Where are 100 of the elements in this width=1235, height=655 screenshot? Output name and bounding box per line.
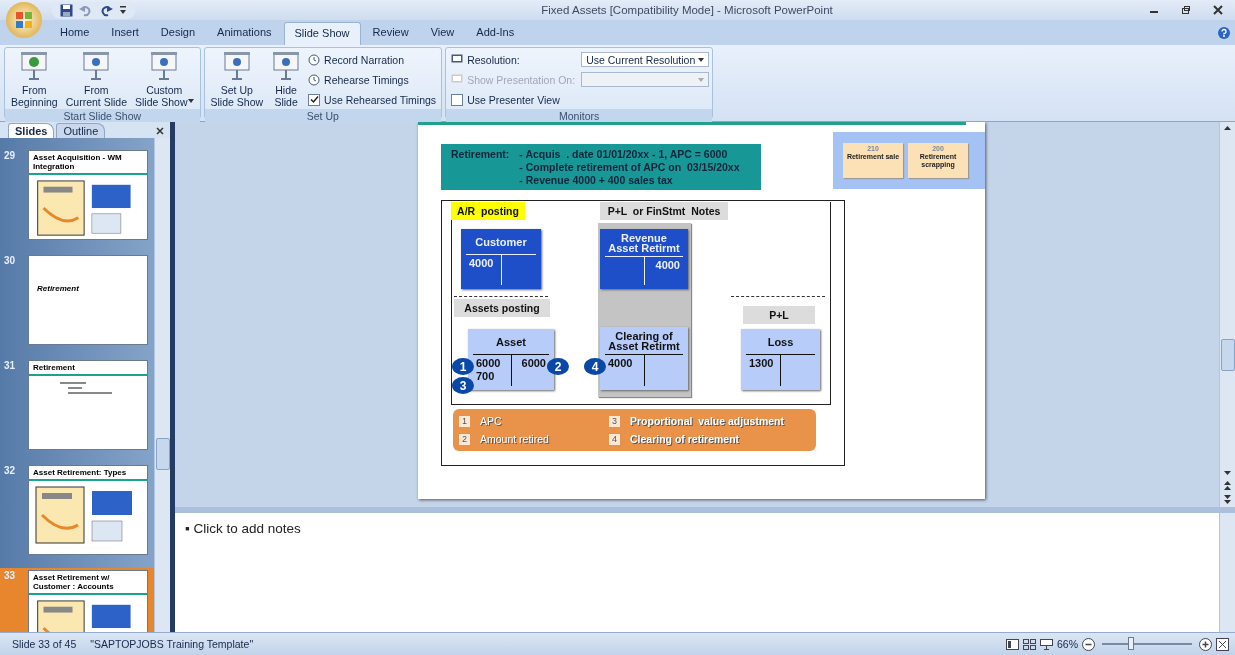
thumbnail-title: Retirement [37, 284, 79, 293]
thumbnail-title: Asset Retirement w/ Customer : Accounts [29, 571, 147, 595]
window-title: Fixed Assets [Compatibility Mode] - Microsoft PowerPoint [540, 4, 834, 16]
close-icon[interactable] [156, 127, 164, 135]
grid-view-icon[interactable] [1023, 638, 1036, 650]
ribbon-button[interactable]: From Current Slide [62, 50, 130, 109]
zoom-slider-thumb[interactable] [1127, 637, 1134, 650]
projector-screen-icon [19, 51, 50, 81]
slide-thumbnail-row[interactable]: 29 Asset Acquisition - WM Integration [0, 148, 154, 242]
slide-thumbnail-row[interactable]: 33 Asset Retirement w/ Customer : Accounts [0, 568, 154, 632]
customize-icon[interactable] [119, 5, 127, 15]
field-label: Resolution: [449, 52, 578, 67]
summary-label: Retirement: [451, 148, 510, 162]
thumbnail-title: Asset Retirement: Types [29, 466, 147, 481]
legend-text: Proportional value adjustment [630, 415, 785, 427]
checkbox[interactable] [451, 93, 464, 106]
scrollbar[interactable] [154, 138, 170, 632]
slide-number: 31 [4, 360, 17, 373]
pane-tab[interactable]: Slides [8, 123, 55, 138]
ribbon-tab[interactable]: Slide Show [283, 22, 361, 45]
account-name: Loss [767, 337, 794, 347]
office-button[interactable] [6, 2, 42, 38]
close-icon[interactable] [1213, 5, 1223, 15]
ribbon-button[interactable]: From Beginning [8, 50, 61, 109]
ribbon-button[interactable]: Custom Slide Show [132, 50, 197, 109]
slide-number: 33 [4, 570, 17, 583]
step-marker: 3 [452, 377, 474, 394]
credit-amount: 4000 [655, 259, 680, 272]
save-icon[interactable] [60, 3, 73, 17]
summary-line: - Revenue 4000 + 400 sales tax [519, 174, 674, 187]
scrollbar-thumb[interactable] [155, 438, 170, 470]
account-name: Asset Retirmt [608, 243, 680, 253]
slide-thumbnail[interactable]: Retirement [28, 255, 148, 345]
account-name: Revenue [621, 233, 667, 243]
restore-icon[interactable] [1181, 5, 1191, 15]
zoom-in-icon[interactable] [1199, 637, 1212, 651]
ribbon-tab[interactable]: Insert [101, 22, 149, 45]
legend-number: 4 [609, 433, 620, 445]
scrollbar-thumb[interactable] [1220, 339, 1235, 371]
step-marker: 1 [452, 358, 474, 375]
notes-field[interactable]: ▪ Click to add notes [175, 513, 1219, 632]
account-name: Customer [475, 237, 527, 247]
ribbon-tab[interactable]: Design [150, 22, 206, 45]
checkbox[interactable] [308, 93, 321, 106]
projector-icon[interactable] [1040, 638, 1053, 650]
group-label: Monitors [446, 109, 713, 123]
credit-amount: 6000 [521, 357, 546, 370]
checkbox-label: Use Rehearsed Timings [324, 93, 437, 106]
projector-screen-icon [221, 51, 252, 81]
slide-thumbnail-row[interactable]: 31 Retirement [0, 358, 154, 452]
thumbnail-title: Retirement [29, 361, 147, 376]
slide-thumbnail[interactable]: Asset Retirement: Types [28, 465, 148, 555]
clock-icon [308, 73, 321, 86]
slide-thumbnail-row[interactable]: 32 Asset Retirement: Types [0, 463, 154, 557]
ribbon-button[interactable]: Rehearse Timings [306, 72, 411, 87]
legend-text: Amount retired [480, 433, 549, 445]
group-label: Start Slide Show [5, 109, 200, 123]
slide-thumbnail[interactable]: Asset Retirement w/ Customer : Accounts [28, 570, 148, 632]
redo-icon[interactable] [99, 3, 113, 17]
ribbon-button[interactable]: Hide Slide [268, 50, 305, 109]
legend-number: 3 [609, 415, 620, 427]
dropdown[interactable]: Use Current Resolution [581, 52, 710, 67]
debit-amount: 6000 [476, 357, 502, 370]
ribbon-button[interactable]: Set Up Slide Show [207, 50, 267, 109]
summary-line: - Acquis . date 01/01/20xx - 1, APC = 6000 [519, 148, 729, 161]
section-label: P+L or FinStmt Notes [600, 202, 728, 220]
help-icon[interactable] [1218, 27, 1230, 39]
fit-slide-icon[interactable] [1216, 637, 1229, 651]
section-label: A/R posting [451, 202, 525, 220]
scrollbar[interactable] [1219, 513, 1235, 632]
summary-line: - Complete retirement of APC on 03/15/20xx [519, 161, 740, 174]
scrollbar[interactable] [1219, 122, 1235, 507]
slide-number: 29 [4, 150, 17, 163]
ribbon-tab[interactable]: Add-Ins [466, 22, 525, 45]
slide-thumbnail[interactable]: Retirement [28, 360, 148, 450]
projector-screen-icon [149, 51, 180, 81]
theme-name: "SAPTOPJOBS Training Template" [90, 638, 254, 650]
normal-view-icon[interactable] [1006, 638, 1019, 650]
pane-tab[interactable]: Outline [56, 123, 106, 138]
ribbon-tab[interactable]: Home [50, 22, 100, 45]
zoom-out-icon[interactable] [1082, 637, 1095, 651]
thumbnail-title: Asset Acquisition - WM Integration [29, 151, 147, 175]
section-label: P+L [743, 306, 815, 324]
field-label: Show Presentation On: [449, 72, 578, 87]
ribbon-button[interactable]: Record Narration [306, 52, 406, 67]
ribbon-tab[interactable]: View [420, 22, 465, 45]
projector-screen-icon [81, 51, 112, 81]
ribbon-tab[interactable]: Review [362, 22, 419, 45]
slide-thumbnail[interactable]: Asset Acquisition - WM Integration [28, 150, 148, 240]
ribbon-tab[interactable]: Animations [207, 22, 282, 45]
account-name: Asset Retirmt [608, 341, 680, 351]
step-marker: 4 [584, 358, 606, 375]
section-label: Assets posting [454, 299, 550, 317]
caret-icon [698, 57, 705, 62]
account-name: Clearing of [615, 331, 673, 341]
debit-amount: 4000 [608, 357, 634, 370]
monitor-icon [451, 54, 464, 65]
slide-thumbnail-row[interactable]: 30 Retirement [0, 253, 154, 347]
debit-amount: 4000 [469, 257, 495, 270]
zoom-level[interactable]: 66% [1057, 638, 1078, 650]
